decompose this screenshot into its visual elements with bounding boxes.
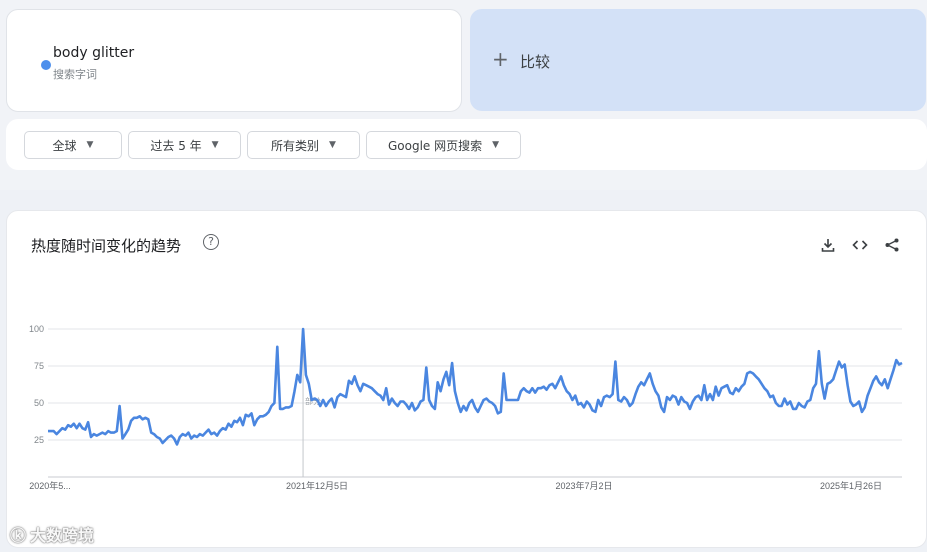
series-line-body-glitter: [48, 327, 903, 446]
y-tick-label: 50: [34, 398, 44, 408]
x-tick-label: 2023年7月2日: [555, 480, 612, 491]
y-tick-label: 25: [34, 435, 44, 445]
trend-line-chart[interactable]: 25 50 75 100 2020年5... 2021年12月5日 2023年7月2日 202…: [0, 0, 927, 552]
y-tick-label: 75: [34, 361, 44, 371]
x-tick-label: 2020年5...: [29, 480, 71, 491]
y-tick-label: 100: [29, 324, 44, 334]
watermark-text: 大数跨境: [30, 526, 95, 545]
x-tick-label: 2025年1月26日: [820, 480, 882, 491]
x-tick-label: 2021年12月5日: [286, 480, 348, 491]
brand-logo-icon: ⓚ: [10, 526, 27, 545]
watermark: ⓚ 大数跨境: [10, 522, 94, 546]
